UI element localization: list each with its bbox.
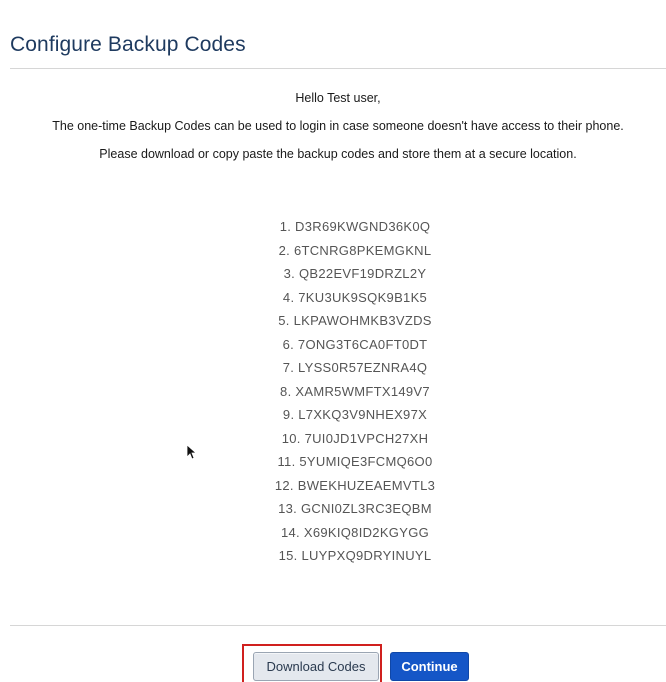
page-title: Configure Backup Codes <box>10 33 246 56</box>
continue-button[interactable]: Continue <box>390 652 469 681</box>
backup-code-item: 12. BWEKHUZEAEMVTL3 <box>274 477 436 493</box>
backup-code-item: 4. 7KU3UK9SQK9B1K5 <box>282 289 428 305</box>
backup-code-item: 7. LYSS0R57EZNRA4Q <box>282 360 428 375</box>
download-codes-button[interactable]: Download Codes <box>253 652 379 681</box>
backup-code-item: 6. 7ONG3T6CA0FT0DT <box>282 336 428 352</box>
backup-code-item: 5. LKPAWOHMKB3VZDS <box>278 313 432 328</box>
backup-code-item: 9. L7XKQ3V9NHEX97X <box>282 407 428 422</box>
backup-code-item: 10. 7UI0JD1VPCH27XH <box>281 430 429 446</box>
description-text: The one-time Backup Codes can be used to… <box>52 119 624 133</box>
backup-code-item: 8. XAMR5WMFTX149V7 <box>280 383 430 399</box>
footer-divider <box>10 625 666 626</box>
mouse-pointer-icon <box>186 444 196 460</box>
backup-code-item: 13. GCNI0ZL3RC3EQBM <box>278 501 432 516</box>
backup-code-item: 3. QB22EVF19DRZL2Y <box>283 266 427 281</box>
backup-code-item: 1. D3R69KWGND36K0Q <box>279 219 431 234</box>
backup-code-item: 14. X69KIQ8ID2KGYGG <box>280 524 430 540</box>
header-divider <box>10 68 666 69</box>
configure-backup-codes-page: Configure Backup Codes Hello Test user, … <box>0 0 666 682</box>
backup-codes-list: 1. D3R69KWGND36K0Q 2. 6TCNRG8PKEMGKNL 3.… <box>200 218 510 571</box>
backup-code-item: 15. LUYPXQ9DRYINUYL <box>278 548 432 563</box>
backup-code-item: 11. 5YUMIQE3FCMQ6O0 <box>277 454 433 469</box>
intro-text: Hello Test user, The one-time Backup Cod… <box>10 91 666 161</box>
instruction-text: Please download or copy paste the backup… <box>99 147 577 161</box>
greeting-text: Hello Test user, <box>295 91 381 105</box>
backup-code-item: 2. 6TCNRG8PKEMGKNL <box>278 242 432 258</box>
